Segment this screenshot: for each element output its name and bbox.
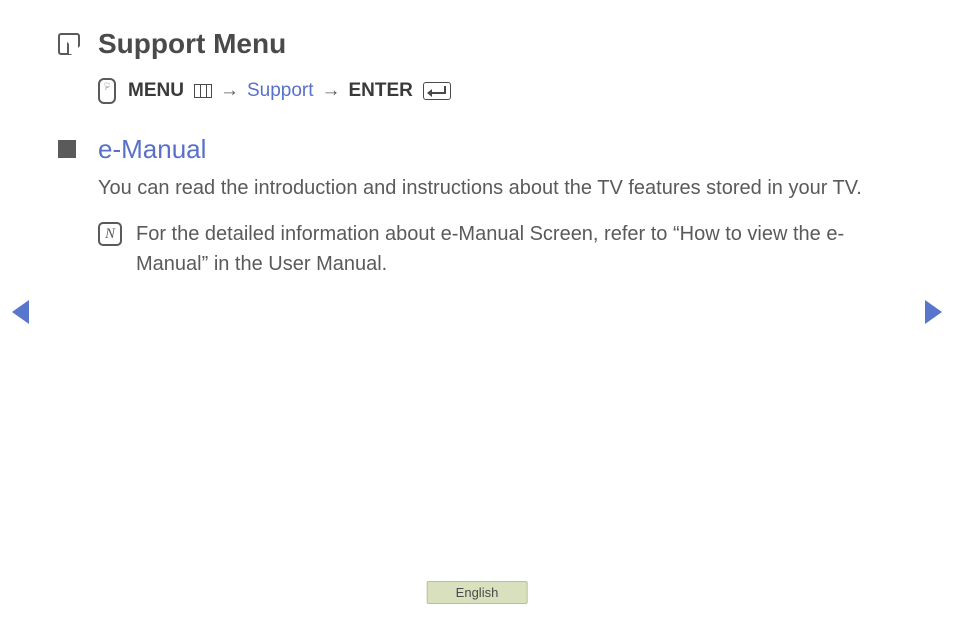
note-text: For the detailed information about e-Man…	[136, 219, 904, 279]
remote-icon: ☟	[98, 78, 116, 104]
section-body: You can read the introduction and instru…	[98, 173, 904, 203]
section-heading-row: e-Manual	[58, 134, 904, 165]
prev-page-button[interactable]	[12, 300, 29, 324]
section-heading: e-Manual	[98, 134, 206, 165]
breadcrumb-enter: ENTER	[349, 80, 413, 102]
language-badge[interactable]: English	[427, 581, 528, 604]
breadcrumb-arrow-1: →	[220, 80, 239, 102]
breadcrumb-arrow-2: →	[322, 80, 341, 102]
breadcrumb: ☟ MENU → Support → ENTER	[98, 78, 904, 104]
menu-grid-icon	[194, 84, 212, 98]
title-row: Support Menu	[58, 28, 904, 60]
breadcrumb-support: Support	[247, 80, 314, 102]
bookmark-icon	[58, 33, 80, 55]
square-bullet-icon	[58, 140, 76, 158]
note-icon: N	[98, 222, 122, 246]
breadcrumb-menu: MENU	[128, 80, 184, 102]
page-title: Support Menu	[98, 28, 286, 60]
enter-icon	[423, 82, 451, 100]
note-row: N For the detailed information about e-M…	[98, 219, 904, 279]
next-page-button[interactable]	[925, 300, 942, 324]
